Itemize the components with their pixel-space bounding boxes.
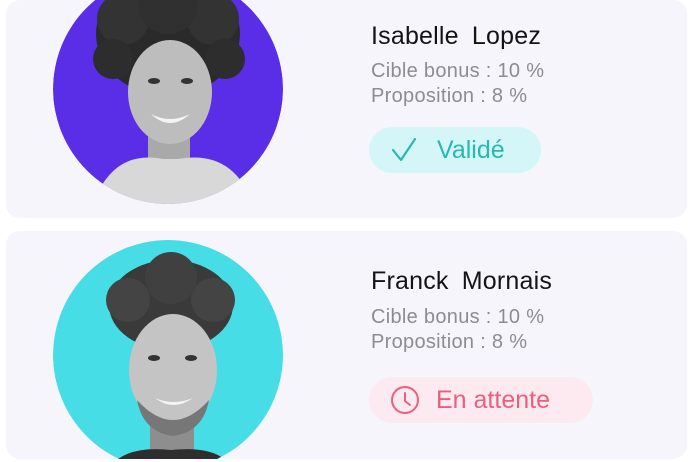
status-badge[interactable]: En attente xyxy=(369,377,593,423)
employee-card-franck[interactable]: Franck Mornais Cible bonus : 10 % Propos… xyxy=(6,231,687,459)
bonus-target: Cible bonus : 10 % xyxy=(371,60,545,82)
bonus-proposal: Proposition : 8 % xyxy=(371,331,528,353)
bonus-proposal: Proposition : 8 % xyxy=(371,85,528,107)
employee-card-isabelle[interactable]: Isabelle Lopez Cible bonus : 10 % Propos… xyxy=(6,0,687,218)
clock-icon xyxy=(390,385,420,415)
status-badge[interactable]: Validé xyxy=(369,127,541,173)
avatar xyxy=(53,240,283,459)
bonus-target: Cible bonus : 10 % xyxy=(371,306,545,328)
avatar xyxy=(53,0,283,204)
status-label: Validé xyxy=(437,135,505,164)
check-icon xyxy=(391,137,417,163)
status-label: En attente xyxy=(436,385,550,414)
employee-name: Franck Mornais xyxy=(371,267,553,295)
employee-name: Isabelle Lopez xyxy=(371,22,542,50)
